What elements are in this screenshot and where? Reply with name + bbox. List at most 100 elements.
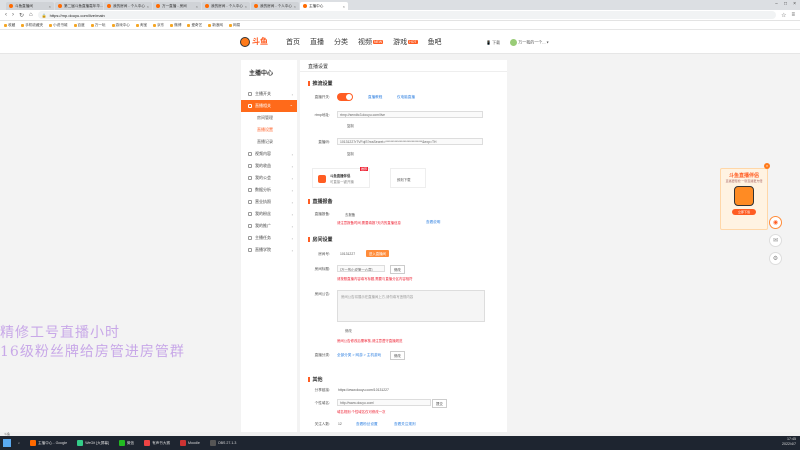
browser-tab[interactable]: 我的房间 - 个人中心 × — [202, 2, 250, 10]
float-live-icon[interactable]: ◉ — [769, 216, 782, 229]
user-menu[interactable]: 万一我的一个... ▾ — [510, 39, 549, 46]
bookmark-item[interactable]: 网易 — [229, 23, 240, 28]
download-link[interactable]: 📱 下载 — [486, 40, 500, 46]
home-icon[interactable]: ⌂ — [29, 12, 33, 18]
room-name-edit-button[interactable]: 修改 — [390, 265, 405, 274]
share-value[interactable]: https://www.douyu.com/10131227 — [338, 388, 389, 392]
browser-tab[interactable]: 主播中心 × — [300, 2, 348, 10]
bookmark-item[interactable]: 万一玩 — [90, 23, 106, 28]
bookmark-icon — [73, 23, 77, 27]
reload-icon[interactable]: ↻ — [19, 12, 24, 19]
sidebar-subitem[interactable]: 直播设置 — [241, 124, 297, 136]
maximize-icon[interactable]: □ — [784, 1, 787, 7]
nav-item[interactable]: 游戏 HOT — [393, 37, 418, 47]
sidebar-item[interactable]: 主播开关 › — [241, 88, 297, 100]
nav-item[interactable]: 视频 NEW — [358, 37, 384, 47]
search-icon[interactable]: ⌕ — [15, 438, 23, 449]
ad-close-icon[interactable]: × — [764, 163, 770, 169]
sidebar-subitem[interactable]: 房间管理 — [241, 112, 297, 124]
bookmark-item[interactable]: 新浪网 — [208, 23, 223, 28]
nav-label: 视频 — [358, 39, 372, 46]
bookmark-item[interactable]: 微博 — [170, 23, 181, 28]
taskbar-app[interactable]: 主播中心 - Google — [27, 438, 70, 449]
tab-close-icon[interactable]: × — [294, 4, 296, 9]
rtmp-field[interactable]: rtmp://sendtc3.douyu.com/live — [337, 111, 483, 118]
system-clock[interactable]: 17:45 2022/4/7 — [782, 437, 796, 447]
site-logo[interactable]: 斗鱼 — [240, 36, 268, 47]
tab-close-icon[interactable]: × — [49, 4, 51, 9]
browser-tab[interactable]: 我的房间 - 个人中心 × — [251, 2, 299, 10]
companion-ad[interactable]: × 斗鱼直播伴侣 直播更轻松 一键直播更方便 立即下载 — [720, 163, 770, 230]
notice-edit-button[interactable]: 修改 — [345, 328, 352, 333]
forward-icon[interactable]: › — [12, 12, 14, 18]
domain-submit-button[interactable]: 提交 — [432, 399, 447, 408]
float-feedback-icon[interactable]: ✉ — [769, 234, 782, 247]
nav-item[interactable]: 首页 — [286, 37, 300, 47]
taskbar-app[interactable]: Moodle — [177, 438, 203, 449]
tab-close-icon[interactable]: × — [343, 4, 345, 9]
sidebar-item[interactable]: 直播相关 ⌃ — [241, 100, 297, 112]
nav-item[interactable]: 分类 — [334, 37, 348, 47]
browser-tab-bar: 斗鱼直播间×第二届斗鱼直播嘉年华...×我的房间 - 个人中心×万一直播 - 房… — [0, 0, 800, 10]
sidebar-subitem[interactable]: 直播记录 — [241, 136, 297, 148]
live-switch-toggle[interactable] — [337, 93, 353, 101]
sidebar-item[interactable]: 营业执照 › — [241, 196, 297, 208]
sidebar-item[interactable]: 数据分析 › — [241, 184, 297, 196]
taskbar-app[interactable]: 微信 — [116, 438, 137, 449]
bookmark-item[interactable]: 游戏中心 — [111, 23, 130, 28]
live-tutorial-link[interactable]: 直播教程 — [368, 95, 382, 100]
category-edit-button[interactable]: 修改 — [390, 351, 405, 360]
browser-tab[interactable]: 斗鱼直播间 × — [6, 2, 54, 10]
bookmark-item[interactable]: 淘宝 — [135, 23, 147, 28]
sidebar-item[interactable]: 视频内容 › — [241, 148, 297, 160]
tab-close-icon[interactable]: × — [196, 4, 198, 9]
copy-code-button[interactable]: 复制 — [347, 151, 354, 156]
browser-tab[interactable]: 我的房间 - 个人中心 × — [104, 2, 152, 10]
minimize-icon[interactable]: − — [775, 1, 778, 7]
float-settings-icon[interactable]: ⚙ — [769, 252, 782, 265]
sidebar-item[interactable]: 我的公会 › — [241, 172, 297, 184]
pc-only-link[interactable]: 仅电脑直播 — [397, 95, 415, 100]
sidebar-item[interactable]: 我的粉丝 › — [241, 208, 297, 220]
domain-field[interactable]: http://www.douyu.com/ — [337, 399, 431, 406]
stream-code-field[interactable]: 10131227rTVFqiS?wsSecret=***************… — [337, 138, 483, 145]
windows-start-icon[interactable] — [3, 439, 11, 447]
fans-settings-link[interactable]: 查看粉丝设置 — [356, 422, 378, 427]
ad-download-button[interactable]: 立即下载 — [732, 209, 756, 215]
sidebar-item[interactable]: 我的收益 › — [241, 160, 297, 172]
close-icon[interactable]: × — [793, 1, 796, 7]
sidebar-item[interactable]: 主播任务 › — [241, 232, 297, 244]
star-icon[interactable]: ☆ — [781, 12, 786, 19]
sidebar-item-label: 主播开关 — [255, 91, 271, 96]
sidebar-item[interactable]: 我的推广 › — [241, 220, 297, 232]
url-input[interactable]: 🔒 https://mp.douyu.com/live/main — [37, 11, 777, 19]
room-name-field[interactable]: [万一的小说第一六章] — [337, 265, 385, 272]
report-value[interactable]: 去报备 — [345, 212, 355, 217]
nav-item[interactable]: 直播 — [310, 37, 324, 47]
copy-rtmp-button[interactable]: 复制 — [347, 123, 354, 128]
nav-item[interactable]: 鱼吧 — [428, 37, 442, 47]
back-icon[interactable]: ‹ — [5, 12, 7, 18]
browser-tab[interactable]: 第二届斗鱼直播嘉年华...× — [55, 2, 103, 10]
bookmark-item[interactable]: 京东 — [153, 23, 164, 28]
follow-rules-link[interactable]: 查看关注规则 — [394, 422, 416, 427]
sidebar-item[interactable]: 直播学院 › — [241, 244, 297, 256]
category-link[interactable]: 全部分类 > 网游 > 主机游戏 — [337, 353, 381, 358]
bookmark-item[interactable]: 手机收藏夹 — [21, 23, 43, 28]
tab-close-icon[interactable]: × — [147, 4, 149, 9]
bookmark-item[interactable]: 小说书城 — [49, 23, 68, 28]
bookmark-item[interactable]: 爱奇艺 — [187, 23, 202, 28]
bookmark-item[interactable]: 收藏 — [4, 23, 15, 28]
menu-icon[interactable]: ≡ — [791, 12, 795, 18]
companion-app-card[interactable]: 斗鱼直播伴侣 可直接一键开播 推荐 — [312, 167, 370, 188]
report-help-link[interactable]: 查看说明 — [426, 220, 440, 225]
bookmark-item[interactable]: 百度 — [73, 23, 85, 28]
download-card[interactable]: 即刻下载 — [390, 168, 426, 188]
taskbar-app[interactable]: 有声书大赛 — [141, 438, 173, 449]
notice-textarea[interactable]: 房间公告将展示在直播间上方,请勿填写违规内容 — [337, 290, 485, 322]
taskbar-app[interactable]: WeGit [大屏幕] — [74, 438, 112, 449]
tab-close-icon[interactable]: × — [245, 4, 247, 9]
enter-room-button[interactable]: 进入直播间 — [366, 250, 389, 257]
browser-tab[interactable]: 万一直播 - 房间 × — [153, 2, 201, 10]
taskbar-app[interactable]: OBS 27.1.3 — [207, 438, 240, 449]
